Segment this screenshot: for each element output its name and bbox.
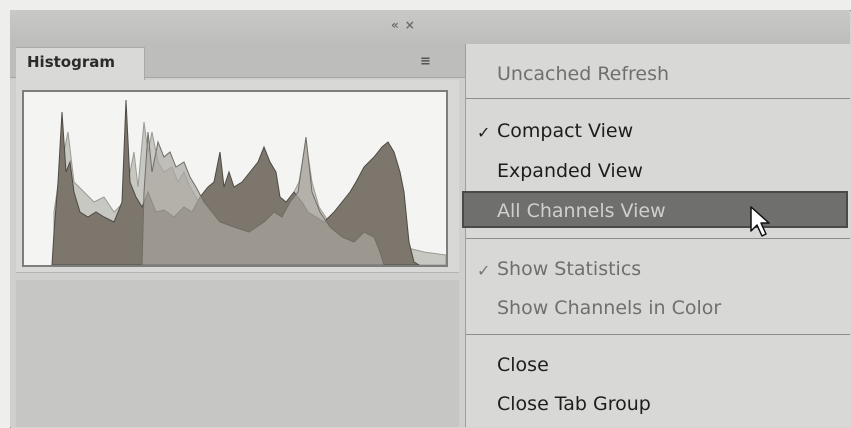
menu-item-close[interactable]: Close [497, 354, 549, 376]
panel-title-bar [10, 10, 850, 45]
histogram-graph [22, 90, 448, 267]
menu-item-compact-view[interactable]: Compact View [497, 120, 633, 142]
histogram-svg [51, 99, 446, 265]
check-icon-disabled: ✓ [477, 261, 491, 280]
menu-item-uncached-refresh[interactable]: Uncached Refresh [497, 63, 669, 85]
close-panel-icon[interactable]: × [405, 18, 421, 32]
panel-menu-icon: ≡ [420, 54, 431, 69]
menu-item-all-channels-view[interactable]: All Channels View [497, 200, 666, 222]
menu-separator [466, 334, 850, 335]
menu-item-expanded-view[interactable]: Expanded View [497, 160, 643, 182]
menu-separator [466, 238, 850, 239]
mouse-cursor-icon [750, 206, 770, 237]
check-icon: ✓ [477, 123, 491, 142]
tab-label: Histogram [27, 53, 115, 71]
menu-separator [466, 98, 850, 99]
collapse-icon[interactable]: « [391, 18, 405, 32]
menu-item-show-statistics[interactable]: Show Statistics [497, 258, 641, 280]
menu-item-show-channels-in-color[interactable]: Show Channels in Color [497, 297, 721, 319]
panel-controls: «× [391, 18, 421, 32]
panel-menu-button[interactable]: ≡ [420, 54, 431, 69]
menu-item-close-tab-group[interactable]: Close Tab Group [497, 393, 651, 415]
panel-empty-area [16, 280, 459, 427]
